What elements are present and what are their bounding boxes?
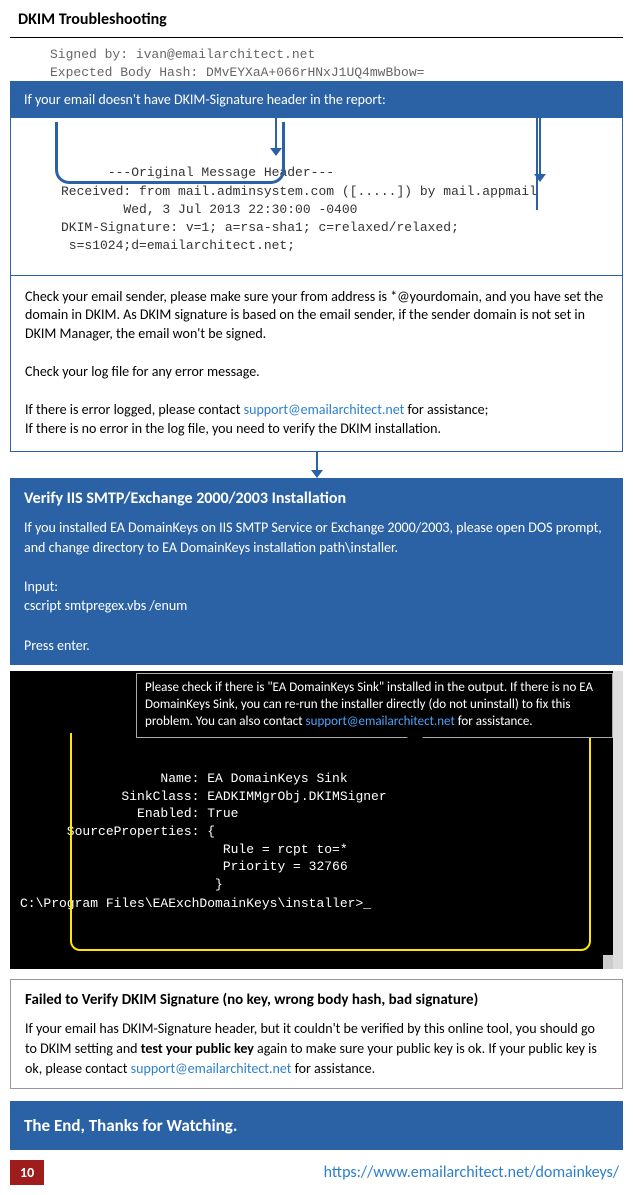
verify-heading: Verify IIS SMTP/Exchange 2000/2003 Insta… <box>24 488 609 510</box>
console-body-text: Name: EA DomainKeys Sink SinkClass: EADK… <box>20 771 387 891</box>
end-banner: The End, Thanks for Watching. <box>10 1101 623 1150</box>
page-title: DKIM Troubleshooting <box>0 0 633 37</box>
failed-text: If your email has DKIM-Signature header,… <box>25 1019 608 1078</box>
text: for assistance; <box>404 401 488 418</box>
footer: 10 https://www.emailarchitect.net/domain… <box>0 1150 633 1195</box>
fail-support-link[interactable]: support@emailarchitect.net <box>131 1060 292 1077</box>
check-text-1: Check your email sender, please make sur… <box>25 288 608 345</box>
check-text-3: If there is error logged, please contact… <box>25 401 608 420</box>
verify-input-label: Input: <box>24 577 609 597</box>
tooltip-tail-icon <box>407 737 423 747</box>
footer-url-link[interactable]: https://www.emailarchitect.net/domainkey… <box>324 1163 619 1182</box>
bold-text: test your public key <box>141 1040 254 1057</box>
check-text-2: Check your log file for any error messag… <box>25 363 608 382</box>
check-sender-box: Check your email sender, please make sur… <box>10 275 623 452</box>
scrollbar-down-icon[interactable] <box>603 955 613 969</box>
support-email-link[interactable]: support@emailarchitect.net <box>244 401 405 418</box>
tooltip-support-link[interactable]: support@emailarchitect.net <box>306 714 455 729</box>
failed-heading: Failed to Verify DKIM Signature (no key,… <box>25 990 608 1011</box>
text: for assistance. <box>291 1060 375 1077</box>
verify-input-cmd: cscript smtpregex.vbs /enum <box>24 596 609 616</box>
text: If there is error logged, please contact <box>25 401 244 418</box>
check-text-4: If there is no error in the log file, yo… <box>25 420 608 439</box>
page-number: 10 <box>10 1160 44 1185</box>
console-container: Please check if there is "EA DomainKeys … <box>10 671 623 969</box>
message-header-code: ---Original Message Header--- Received: … <box>11 122 622 276</box>
failed-verify-box: Failed to Verify DKIM Signature (no key,… <box>10 979 623 1089</box>
code-text: ---Original Message Header--- Received: … <box>61 165 537 253</box>
console-prompt: C:\Program Files\EAExchDomainKeys\instal… <box>20 895 603 913</box>
verify-press-enter: Press enter. <box>24 636 609 656</box>
tooltip-text-2: for assistance. <box>455 714 533 729</box>
header-code-container: ---Original Message Header--- Received: … <box>10 118 623 276</box>
console-tooltip: Please check if there is "EA DomainKeys … <box>136 673 613 738</box>
flow-arrow-down <box>10 452 623 478</box>
banner-no-dkim-header: If your email doesn't have DKIM-Signatur… <box>10 81 623 118</box>
verify-installation-box: Verify IIS SMTP/Exchange 2000/2003 Insta… <box>10 478 623 666</box>
verify-text-1: If you installed EA DomainKeys on IIS SM… <box>24 518 609 557</box>
